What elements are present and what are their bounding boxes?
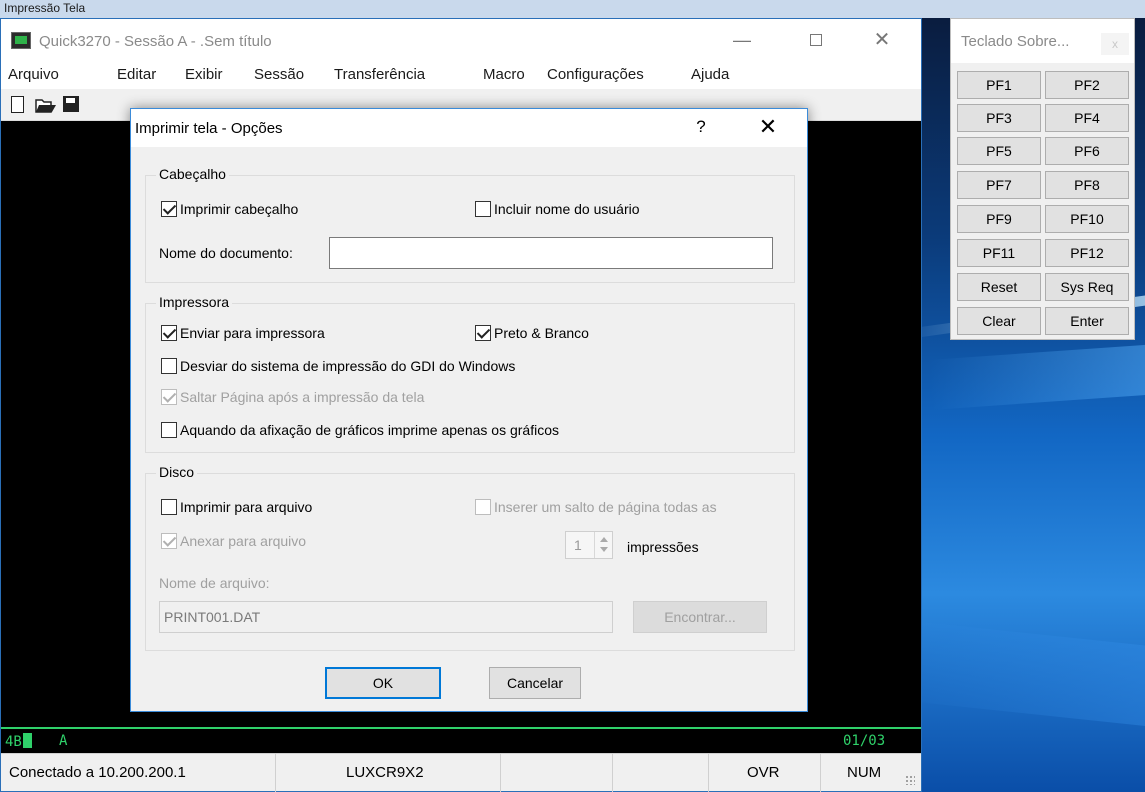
- checkbox-box: [161, 325, 177, 341]
- background-window-title: Impressão Tela: [4, 1, 86, 15]
- status-empty-1: [501, 754, 613, 792]
- status-connection: Conectado a 10.200.200.1: [1, 754, 276, 792]
- background-window-strip: Impressão Tela: [0, 0, 1145, 18]
- key-pf12[interactable]: PF12: [1045, 239, 1129, 267]
- status-bar: Conectado a 10.200.200.1 LUXCR9X2 OVR NU…: [1, 753, 921, 792]
- checkbox-box: [161, 422, 177, 438]
- spinner-value: 1: [574, 537, 582, 553]
- oia-cursor-position: 01/03: [843, 733, 886, 749]
- page-break-count-spinner[interactable]: 1: [565, 531, 613, 559]
- menu-ajuda[interactable]: Ajuda: [691, 66, 729, 83]
- key-pf8[interactable]: PF8: [1045, 171, 1129, 199]
- insert-page-break-checkbox: Inserer um salto de página todas as: [475, 499, 717, 515]
- checkbox-box: [475, 325, 491, 341]
- spinner-up-icon[interactable]: [600, 537, 608, 542]
- key-pf6[interactable]: PF6: [1045, 137, 1129, 165]
- header-group-label: Cabeçalho: [156, 166, 229, 182]
- find-file-button: Encontrar...: [633, 601, 767, 633]
- maximize-button[interactable]: [793, 25, 839, 55]
- minimize-button[interactable]: —: [719, 25, 765, 55]
- cancel-button[interactable]: Cancelar: [489, 667, 581, 699]
- status-num-lock: NUM: [847, 764, 882, 781]
- key-enter[interactable]: Enter: [1045, 307, 1129, 335]
- key-pf1[interactable]: PF1: [957, 71, 1041, 99]
- include-user-checkbox[interactable]: Incluir nome do usuário: [475, 201, 640, 217]
- oia-separator: [1, 727, 921, 729]
- checkbox-box: [161, 201, 177, 217]
- keypad-title: Teclado Sobre...: [961, 33, 1070, 50]
- page-break-after-print-checkbox: Saltar Página após a impressão da tela: [161, 389, 424, 405]
- window-title: Quick3270 - Sessão A - .Sem título: [39, 33, 272, 50]
- dialog-close-button[interactable]: ✕: [751, 114, 785, 140]
- oia-cursor-block: [22, 733, 32, 748]
- title-bar[interactable]: Quick3270 - Sessão A - .Sem título — ✕: [1, 19, 921, 63]
- spinner-arrows[interactable]: [594, 532, 612, 558]
- dialog-title: Imprimir tela - Opções: [135, 120, 283, 137]
- disk-group-label: Disco: [156, 464, 198, 480]
- menu-editar[interactable]: Editar: [117, 66, 156, 83]
- status-lu-name: LUXCR9X2: [276, 754, 501, 792]
- keypad-close-button[interactable]: x: [1101, 33, 1129, 55]
- key-pf11[interactable]: PF11: [957, 239, 1041, 267]
- new-file-icon[interactable]: [11, 96, 24, 113]
- help-button[interactable]: ?: [689, 117, 713, 137]
- terminal-app-icon: [11, 32, 31, 49]
- checkbox-box: [475, 499, 491, 515]
- dialog-title-bar[interactable]: Imprimir tela - Opções ? ✕: [131, 109, 807, 147]
- checkbox-box: [475, 201, 491, 217]
- key-reset[interactable]: Reset: [957, 273, 1041, 301]
- key-pf4[interactable]: PF4: [1045, 104, 1129, 132]
- checkbox-box: [161, 499, 177, 515]
- print-header-checkbox[interactable]: Imprimir cabeçalho: [161, 201, 298, 217]
- resize-grip-icon[interactable]: [905, 775, 915, 785]
- print-screen-options-dialog: Imprimir tela - Opções ? ✕ Cabeçalho Imp…: [130, 108, 808, 712]
- status-empty-2: [613, 754, 709, 792]
- checkbox-box: [161, 358, 177, 374]
- append-to-file-checkbox: Anexar para arquivo: [161, 533, 306, 549]
- menu-sessao[interactable]: Sessão: [254, 66, 304, 83]
- wallpaper-light-beam: [928, 341, 1145, 410]
- printer-group-label: Impressora: [156, 294, 233, 310]
- menu-configuracoes[interactable]: Configurações: [547, 66, 644, 83]
- send-to-printer-checkbox[interactable]: Enviar para impressora: [161, 325, 325, 341]
- menu-arquivo[interactable]: Arquivo: [8, 66, 59, 83]
- open-folder-icon[interactable]: [35, 96, 56, 114]
- key-pf3[interactable]: PF3: [957, 104, 1041, 132]
- black-white-checkbox[interactable]: Preto & Branco: [475, 325, 589, 341]
- oia-system-indicator: A: [59, 733, 68, 749]
- menu-exibir[interactable]: Exibir: [185, 66, 223, 83]
- wallpaper-light-beam: [895, 620, 1145, 732]
- spinner-down-icon[interactable]: [600, 547, 608, 552]
- print-to-file-checkbox[interactable]: Imprimir para arquivo: [161, 499, 312, 515]
- key-pf7[interactable]: PF7: [957, 171, 1041, 199]
- keypad-title-bar[interactable]: Teclado Sobre... x: [951, 19, 1134, 63]
- keypad-window: Teclado Sobre... x PF1 PF2 PF3 PF4 PF5 P…: [950, 18, 1135, 340]
- key-pf2[interactable]: PF2: [1045, 71, 1129, 99]
- checkbox-box: [161, 533, 177, 549]
- save-icon[interactable]: [63, 96, 79, 112]
- menu-bar: Arquivo Editar Exibir Sessão Transferênc…: [1, 63, 921, 89]
- key-pf9[interactable]: PF9: [957, 205, 1041, 233]
- status-overwrite-mode: OVR: [709, 754, 821, 792]
- file-name-label: Nome de arquivo:: [159, 575, 270, 591]
- open-folder-svg: [35, 99, 56, 113]
- key-pf10[interactable]: PF10: [1045, 205, 1129, 233]
- checkbox-box: [161, 389, 177, 405]
- oia-session-indicator: 4B: [5, 733, 32, 750]
- operator-information-area: 4B A 01/03: [1, 731, 921, 751]
- close-button[interactable]: ✕: [859, 25, 905, 55]
- bypass-gdi-checkbox[interactable]: Desviar do sistema de impressão do GDI d…: [161, 358, 515, 374]
- graphics-only-checkbox[interactable]: Aquando da afixação de gráficos imprime …: [161, 422, 559, 438]
- menu-macro[interactable]: Macro: [483, 66, 525, 83]
- impressions-label: impressões: [627, 539, 699, 555]
- file-name-input: [159, 601, 613, 633]
- key-clear[interactable]: Clear: [957, 307, 1041, 335]
- ok-button[interactable]: OK: [325, 667, 441, 699]
- document-name-input[interactable]: [329, 237, 773, 269]
- maximize-icon: [810, 34, 822, 46]
- key-pf5[interactable]: PF5: [957, 137, 1041, 165]
- menu-transferencia[interactable]: Transferência: [334, 66, 425, 83]
- key-sys-req[interactable]: Sys Req: [1045, 273, 1129, 301]
- document-name-label: Nome do documento:: [159, 245, 293, 261]
